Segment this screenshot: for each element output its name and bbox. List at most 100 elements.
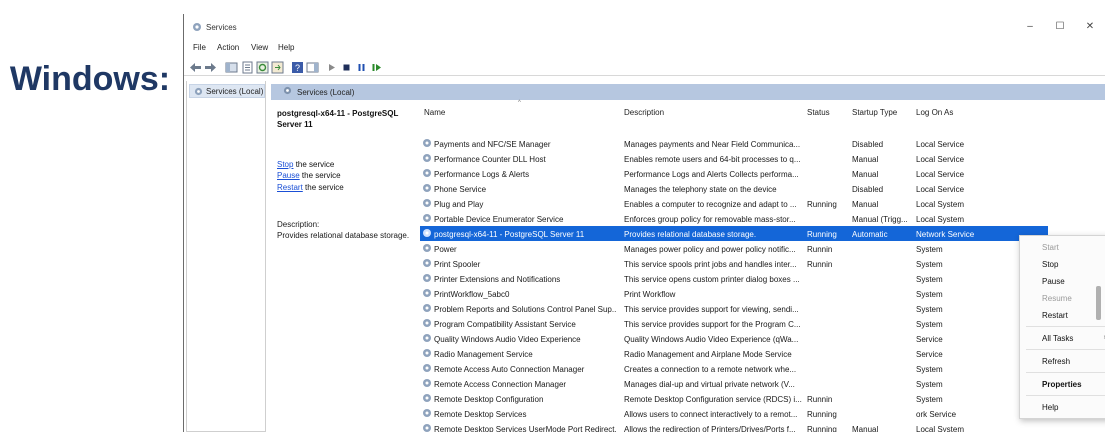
restart-service-icon[interactable]: [370, 61, 383, 74]
service-gear-icon: [423, 424, 431, 432]
table-row[interactable]: Remote Access Connection Manager Manages …: [420, 376, 1048, 391]
table-row[interactable]: Printer Extensions and Notifications This…: [420, 271, 1048, 286]
tree-item-label: Services (Local): [206, 87, 264, 96]
show-hide-pane-icon[interactable]: [306, 61, 319, 74]
export-list-icon[interactable]: [271, 61, 284, 74]
service-description-cell: Manages the telephony state on the devic…: [624, 185, 777, 194]
service-description-cell: Quality Windows Audio Video Experience (…: [624, 335, 799, 344]
table-row[interactable]: Problem Reports and Solutions Control Pa…: [420, 301, 1048, 316]
service-log-on-as-cell: Network Service: [916, 230, 975, 239]
table-row[interactable]: Radio Management Service Radio Management…: [420, 346, 1048, 361]
context-menu-restart[interactable]: Restart: [1042, 311, 1068, 320]
tree-item-services-local[interactable]: Services (Local): [189, 84, 265, 98]
menu-file[interactable]: File: [193, 43, 206, 52]
minimize-button[interactable]: –: [1020, 20, 1040, 34]
service-name-cell: Remote Access Auto Connection Manager: [434, 365, 585, 374]
stop-service-icon[interactable]: [340, 61, 353, 74]
help-icon[interactable]: ?: [291, 61, 304, 74]
menu-help[interactable]: Help: [278, 43, 294, 52]
table-row[interactable]: Program Compatibility Assistant Service T…: [420, 316, 1048, 331]
description-label: Description:: [277, 220, 320, 229]
column-header-status[interactable]: Status: [807, 108, 830, 117]
table-row[interactable]: Remote Desktop Configuration Remote Deskt…: [420, 391, 1048, 406]
vertical-scrollbar[interactable]: [1096, 286, 1101, 320]
service-log-on-as-cell: System: [916, 260, 943, 269]
table-row[interactable]: Plug and Play Enables a computer to recog…: [420, 196, 1048, 211]
close-button[interactable]: ✕: [1080, 20, 1100, 34]
service-log-on-as-cell: System: [916, 365, 943, 374]
context-menu-separator: [1026, 326, 1105, 327]
forward-arrow-icon[interactable]: [204, 61, 217, 74]
service-description-cell: Enables a computer to recognize and adap…: [624, 200, 797, 209]
table-row[interactable]: Remote Access Auto Connection Manager Cre…: [420, 361, 1048, 376]
service-gear-icon: [423, 154, 431, 162]
table-row[interactable]: Power Manages power policy and power poli…: [420, 241, 1048, 256]
service-name-cell: Power: [434, 245, 457, 254]
table-row[interactable]: Quality Windows Audio Video Experience Qu…: [420, 331, 1048, 346]
svg-text:?: ?: [295, 63, 300, 73]
table-row[interactable]: Performance Logs & Alerts Performance Log…: [420, 166, 1048, 181]
service-name-cell: Program Compatibility Assistant Service: [434, 320, 576, 329]
table-row[interactable]: Phone Service Manages the telephony state…: [420, 181, 1048, 196]
service-name-cell: Performance Counter DLL Host: [434, 155, 546, 164]
service-log-on-as-cell: Local Service: [916, 155, 965, 164]
menu-view[interactable]: View: [251, 43, 268, 52]
service-name-cell: Remote Desktop Configuration: [434, 395, 544, 404]
pause-service-icon[interactable]: [355, 61, 368, 74]
services-list: ^ Name Description Status Startup Type L…: [420, 100, 1105, 432]
column-header-name[interactable]: Name: [424, 108, 445, 117]
console-tree-icon[interactable]: [225, 61, 238, 74]
service-log-on-as-cell: System: [916, 275, 943, 284]
service-description-cell: This service provides support for the Pr…: [624, 320, 801, 329]
context-menu-properties[interactable]: Properties: [1042, 380, 1082, 389]
context-menu-help[interactable]: Help: [1042, 403, 1058, 412]
service-description-cell: Allows the redirection of Printers/Drive…: [624, 425, 796, 432]
restart-action-text: the service: [302, 183, 344, 192]
service-gear-icon: [423, 199, 431, 207]
service-description-cell: Enforces group policy for removable mass…: [624, 215, 796, 224]
service-name-cell: Printer Extensions and Notifications: [434, 275, 561, 284]
table-row[interactable]: Remote Desktop Services UserMode Port Re…: [420, 421, 1048, 432]
table-row[interactable]: Performance Counter DLL Host Enables remo…: [420, 151, 1048, 166]
service-status-cell: Runnin: [807, 395, 833, 404]
console-tree: Services (Local): [186, 81, 266, 432]
start-service-icon[interactable]: [325, 61, 338, 74]
context-menu-all-tasks[interactable]: All Tasks: [1042, 334, 1073, 343]
properties-sheet-icon[interactable]: [241, 61, 254, 74]
column-header-log-on-as[interactable]: Log On As: [916, 108, 953, 117]
table-row-selected[interactable]: postgresql-x64-11 - PostgreSQL Server 11…: [420, 226, 1048, 241]
service-log-on-as-cell: Local System: [916, 215, 965, 224]
table-row[interactable]: PrintWorkflow_5abc0 Print Workflow System: [420, 286, 1048, 301]
context-menu-resume[interactable]: Resume: [1042, 294, 1072, 303]
service-name-cell: Plug and Play: [434, 200, 484, 209]
column-header-description[interactable]: Description: [624, 108, 664, 117]
service-description-cell: This service opens custom printer dialog…: [624, 275, 800, 284]
service-name-cell: Print Spooler: [434, 260, 481, 269]
refresh-icon[interactable]: [256, 61, 269, 74]
context-menu-refresh[interactable]: Refresh: [1042, 357, 1070, 366]
service-status-cell: Running: [807, 410, 837, 419]
service-description-cell: Performance Logs and Alerts Collects per…: [624, 170, 799, 179]
service-gear-icon: [423, 319, 431, 327]
context-menu-pause[interactable]: Pause: [1042, 277, 1065, 286]
menu-action[interactable]: Action: [217, 43, 239, 52]
services-window: Services – ☐ ✕ File Action View Help ? S…: [183, 14, 1105, 432]
panel-title: Services (Local): [297, 88, 355, 97]
context-menu-separator: [1026, 395, 1105, 396]
context-menu-stop[interactable]: Stop: [1042, 260, 1058, 269]
table-row[interactable]: Portable Device Enumerator Service Enforc…: [420, 211, 1048, 226]
back-arrow-icon[interactable]: [189, 61, 202, 74]
table-row[interactable]: Payments and NFC/SE Manager Manages payme…: [420, 136, 1048, 151]
maximize-button[interactable]: ☐: [1050, 20, 1070, 34]
service-startup-type-cell: Automatic: [852, 230, 888, 239]
column-header-startup-type[interactable]: Startup Type: [852, 108, 897, 117]
table-row[interactable]: Print Spooler This service spools print j…: [420, 256, 1048, 271]
stop-link[interactable]: Stop: [277, 160, 293, 169]
service-description-cell: Creates a connection to a remote network…: [624, 365, 797, 374]
restart-link[interactable]: Restart: [277, 183, 303, 192]
context-menu-start[interactable]: Start: [1042, 243, 1059, 252]
service-startup-type-cell: Manual: [852, 170, 879, 179]
table-row[interactable]: Remote Desktop Services Allows users to c…: [420, 406, 1048, 421]
service-status-cell: Runnin: [807, 245, 833, 254]
pause-link[interactable]: Pause: [277, 171, 300, 180]
